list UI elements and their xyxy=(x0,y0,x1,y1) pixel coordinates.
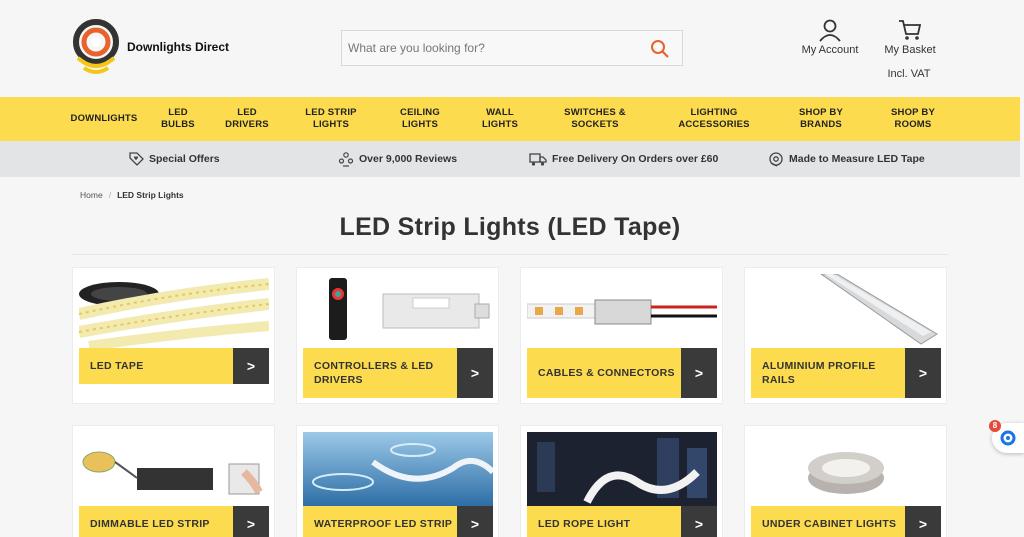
under-cabinet-lights-image xyxy=(751,432,941,506)
waterproof-led-strip-label[interactable]: WATERPROOF LED STRIP xyxy=(303,506,457,537)
usp-special-offers-label: Special Offers xyxy=(149,153,220,165)
usp-free-delivery-label: Free Delivery On Orders over £60 xyxy=(552,153,719,165)
dimmable-led-strip-label[interactable]: DIMMABLE LED STRIP xyxy=(79,506,233,537)
led-tape-image xyxy=(79,274,269,348)
chat-widget[interactable]: 8 xyxy=(989,420,1024,453)
chevron-right-icon[interactable]: > xyxy=(233,506,269,537)
aluminium-profile-label[interactable]: ALUMINIUM PROFILE RAILS xyxy=(751,348,905,398)
dimmable-led-strip-image xyxy=(79,432,269,506)
category-card-under-cabinet-lights[interactable]: UNDER CABINET LIGHTS > xyxy=(744,425,947,537)
aluminium-profile-image xyxy=(751,274,941,348)
usp-reviews-label: Over 9,000 Reviews xyxy=(359,153,458,165)
search-icon[interactable] xyxy=(650,39,670,59)
category-card-dimmable-led-strip[interactable]: DIMMABLE LED STRIP > xyxy=(72,425,275,537)
chevron-right-icon[interactable]: > xyxy=(457,348,493,398)
tag-heart-icon xyxy=(129,152,144,166)
truck-icon xyxy=(529,153,547,166)
usp-special-offers[interactable]: Special Offers xyxy=(128,151,220,167)
usp-made-to-measure[interactable]: Made to Measure LED Tape xyxy=(768,151,925,167)
chevron-right-icon[interactable]: > xyxy=(681,506,717,537)
usp-bar: Special Offers Over 9,000 Reviews Free D… xyxy=(0,141,1020,177)
category-card-waterproof-led-strip[interactable]: WATERPROOF LED STRIP > xyxy=(296,425,499,537)
tape-icon xyxy=(769,152,783,167)
category-card-aluminium-profile[interactable]: ALUMINIUM PROFILE RAILS > xyxy=(744,267,947,404)
title-divider xyxy=(72,254,948,255)
breadcrumb-current: LED Strip Lights xyxy=(117,190,184,200)
logo-icon[interactable] xyxy=(72,18,120,76)
my-basket-link[interactable]: My Basket xyxy=(878,18,942,56)
usp-free-delivery[interactable]: Free Delivery On Orders over £60 xyxy=(529,151,718,167)
usp-made-to-measure-label: Made to Measure LED Tape xyxy=(789,153,925,165)
category-card-cables[interactable]: CABLES & CONNECTORS > xyxy=(520,267,723,404)
cables-label[interactable]: CABLES & CONNECTORS xyxy=(527,348,681,398)
my-account-label: My Account xyxy=(801,44,859,56)
category-card-controllers[interactable]: CONTROLLERS & LED DRIVERS > xyxy=(296,267,499,404)
controllers-image xyxy=(303,274,493,348)
chevron-right-icon[interactable]: > xyxy=(457,506,493,537)
cart-icon xyxy=(899,20,922,40)
nav-switches-sockets[interactable]: SWITCHES & SOCKETS xyxy=(555,97,635,141)
nav-led-bulbs[interactable]: LED BULBS xyxy=(150,97,206,141)
nav-shop-by-brands[interactable]: SHOP BY BRANDS xyxy=(788,97,854,141)
chevron-right-icon[interactable]: > xyxy=(905,348,941,398)
main-nav: DOWNLIGHTS LED BULBS LED DRIVERS LED STR… xyxy=(0,97,1020,141)
breadcrumb-separator: / xyxy=(108,190,112,200)
breadcrumb: Home / LED Strip Lights xyxy=(80,190,184,200)
brand-name[interactable]: Downlights Direct xyxy=(127,40,229,54)
breadcrumb-home[interactable]: Home xyxy=(80,190,103,200)
led-rope-light-label[interactable]: LED ROPE LIGHT xyxy=(527,506,681,537)
site-header: Downlights Direct What are you looking f… xyxy=(0,0,1024,97)
nav-ceiling-lights[interactable]: CEILING LIGHTS xyxy=(388,97,452,141)
nav-led-strip-lights[interactable]: LED STRIP LIGHTS xyxy=(297,97,365,141)
nav-shop-by-rooms[interactable]: SHOP BY ROOMS xyxy=(880,97,946,141)
my-basket-label: My Basket xyxy=(884,44,936,56)
user-icon xyxy=(819,19,841,42)
nav-wall-lights[interactable]: WALL LIGHTS xyxy=(470,97,530,141)
nav-lighting-accessories[interactable]: LIGHTING ACCESSORIES xyxy=(670,97,758,141)
chevron-right-icon[interactable]: > xyxy=(681,348,717,398)
under-cabinet-lights-label[interactable]: UNDER CABINET LIGHTS xyxy=(751,506,905,537)
search-input[interactable]: What are you looking for? xyxy=(341,30,683,66)
page-title: LED Strip Lights (LED Tape) xyxy=(339,213,681,241)
category-card-led-rope-light[interactable]: LED ROPE LIGHT > xyxy=(520,425,723,537)
category-card-led-tape[interactable]: LED TAPE > xyxy=(72,267,275,404)
my-account-link[interactable]: My Account xyxy=(797,18,863,56)
usp-reviews[interactable]: Over 9,000 Reviews xyxy=(338,151,457,167)
chevron-right-icon[interactable]: > xyxy=(905,506,941,537)
led-rope-light-image xyxy=(527,432,717,506)
waterproof-led-strip-image xyxy=(303,432,493,506)
controllers-label[interactable]: CONTROLLERS & LED DRIVERS xyxy=(303,348,457,398)
led-tape-label[interactable]: LED TAPE xyxy=(79,348,233,384)
chat-icon xyxy=(1000,430,1016,446)
nav-led-drivers[interactable]: LED DRIVERS xyxy=(217,97,277,141)
reviews-icon xyxy=(338,152,354,167)
vat-toggle[interactable]: Incl. VAT xyxy=(880,68,938,80)
chevron-right-icon[interactable]: > xyxy=(233,348,269,384)
cables-image xyxy=(527,274,717,348)
nav-downlights[interactable]: DOWNLIGHTS xyxy=(68,97,140,141)
search-placeholder: What are you looking for? xyxy=(348,41,485,55)
